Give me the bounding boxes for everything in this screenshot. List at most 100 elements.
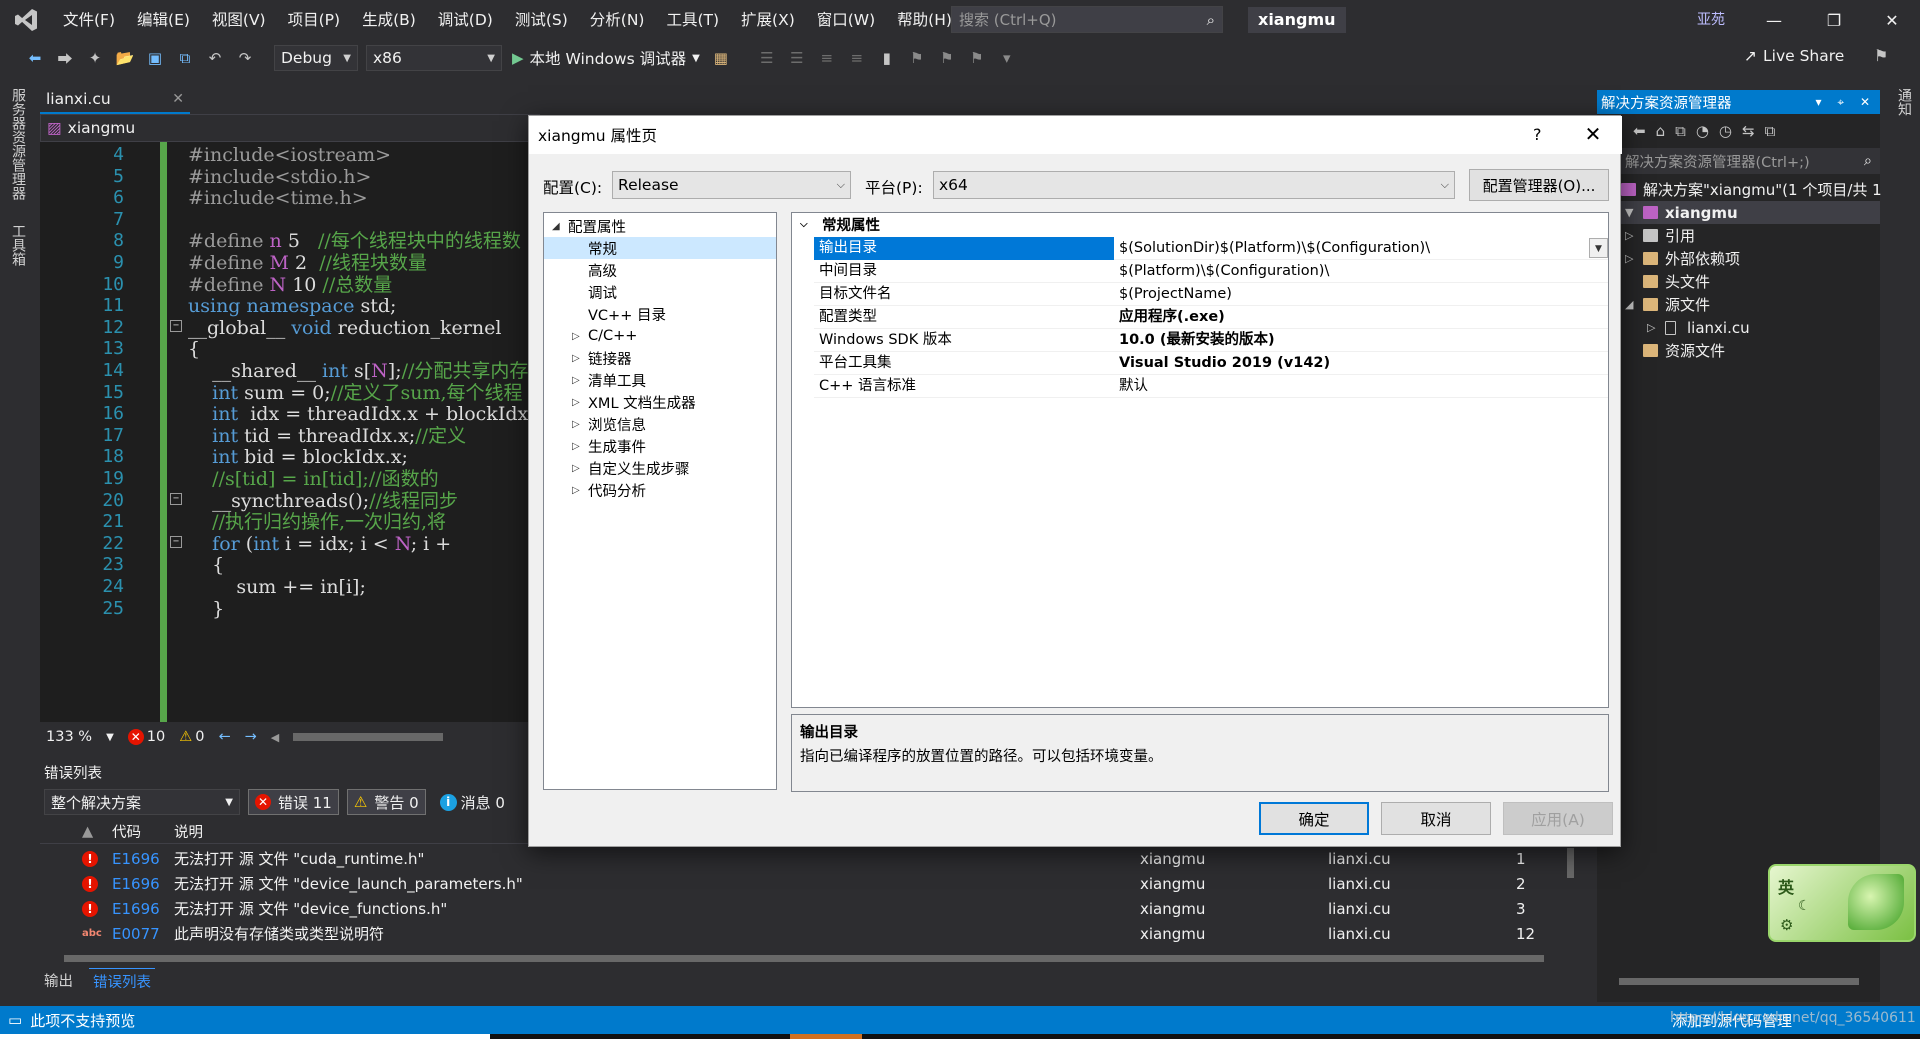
close-icon[interactable]: ✕ (172, 91, 184, 107)
comment-icon[interactable]: ≡ (816, 47, 838, 69)
prev-issue-icon[interactable]: ← (218, 729, 230, 745)
tab-lianxi-cu[interactable]: lianxi.cu ✕ (40, 86, 190, 114)
tree-item[interactable]: ▷ 外部依赖项 (1597, 247, 1880, 270)
next-issue-icon[interactable]: → (245, 729, 257, 745)
save-all-icon[interactable]: ⧉ (174, 47, 196, 69)
close-icon[interactable]: ✕ (1579, 122, 1607, 146)
history-icon[interactable]: ◷ (1719, 122, 1732, 140)
switch-views-icon[interactable]: ⧉ (1675, 122, 1686, 140)
scrollbar-thumb[interactable] (1619, 978, 1859, 985)
forward-icon[interactable]: ⮕ (54, 47, 76, 69)
error-code-link[interactable]: E1696 (112, 900, 160, 918)
column-description[interactable]: 说明 (174, 821, 203, 842)
fold-toggle-icon[interactable]: − (170, 319, 182, 332)
property-value[interactable]: 应用程序(.exe) (1116, 306, 1608, 329)
config-tree-item[interactable]: ▷ 链接器 (544, 347, 776, 369)
fold-toggle-icon[interactable]: − (170, 535, 182, 548)
platform-select[interactable]: x64 ⌵ (933, 171, 1455, 199)
toolbar-options-icon[interactable]: ▾ (996, 47, 1018, 69)
menu-item[interactable]: 工具(T) (655, 0, 730, 40)
back-icon[interactable]: ⬅ (1633, 122, 1646, 140)
tree-item[interactable]: ▼ xiangmu (1597, 201, 1880, 224)
property-value[interactable]: 10.0 (最新安装的版本) (1116, 329, 1608, 352)
messages-filter-button[interactable]: i 消息 0 (434, 789, 511, 815)
expand-icon[interactable]: ▷ (572, 397, 580, 408)
tree-item[interactable]: 头文件 (1597, 270, 1880, 293)
bookmark-icon[interactable]: ▮ (876, 47, 898, 69)
home-icon[interactable]: ⌂ (1656, 122, 1666, 140)
start-debugging-button[interactable]: ▶ 本地 Windows 调试器 ▼ (512, 45, 700, 71)
undo-icon[interactable]: ↶ (204, 47, 226, 69)
config-tree-item[interactable]: ▷ 清单工具 (544, 369, 776, 391)
menu-item[interactable]: 测试(S) (504, 0, 579, 40)
expand-icon[interactable]: ▷ (572, 463, 580, 474)
property-category-header[interactable]: ⌵ 常规属性 (792, 213, 1608, 236)
search-input[interactable]: 搜索 (Ctrl+Q) ⌕ (951, 6, 1223, 33)
property-value[interactable]: $(Platform)\$(Configuration)\ (1116, 260, 1608, 283)
error-code-link[interactable]: E1696 (112, 875, 160, 893)
property-value[interactable]: Visual Studio 2019 (v142) (1116, 352, 1608, 375)
menu-item[interactable]: 分析(N) (579, 0, 656, 40)
project-nav-select[interactable]: ▨ xiangmu (40, 114, 540, 142)
live-share-button[interactable]: ↗ Live Share (1744, 47, 1844, 65)
error-row[interactable]: ! E1696 无法打开 源 文件 "device_launch_parameter… (40, 871, 1560, 896)
errors-filter-button[interactable]: ✕ 错误 11 (248, 789, 339, 815)
scroll-left-icon[interactable]: ◀ (271, 731, 279, 744)
column-code[interactable]: 代码 (112, 821, 141, 842)
feedback-icon[interactable]: ⚑ (1874, 46, 1888, 65)
property-row[interactable]: Windows SDK 版本 10.0 (最新安装的版本) (814, 329, 1608, 352)
toolbox-tab[interactable]: 工具箱 (8, 224, 28, 266)
expand-icon[interactable]: ▷ (572, 485, 580, 496)
property-value[interactable]: $(ProjectName) (1116, 283, 1608, 306)
property-row[interactable]: 输出目录 $(SolutionDir)$(Platform)\$(Configur… (814, 237, 1608, 260)
scope-select[interactable]: 整个解决方案 ▼ (44, 789, 240, 815)
tab-error-list[interactable]: 错误列表 (89, 968, 155, 994)
editor-hscrollbar[interactable] (293, 733, 444, 741)
ime-widget[interactable]: 英 ☾ ⚙ (1768, 864, 1916, 942)
property-row[interactable]: 平台工具集 Visual Studio 2019 (v142) (814, 352, 1608, 375)
error-row[interactable]: ! E1696 无法打开 源 文件 "device_functions.h" xian… (40, 896, 1560, 921)
collapse-all-icon[interactable]: ⧉ (1765, 122, 1776, 140)
error-list-hscrollbar[interactable] (44, 950, 1564, 966)
tree-item[interactable]: ▷ lianxi.cu (1597, 316, 1880, 339)
tree-item[interactable]: 解决方案"xiangmu"(1 个项目/共 1 个) (1597, 178, 1907, 201)
scrollbar-thumb[interactable] (64, 955, 1544, 962)
config-tree-item[interactable]: VC++ 目录 (544, 303, 776, 325)
server-explorer-tab[interactable]: 服务器资源管理器 (8, 88, 28, 200)
chevron-down-icon[interactable]: ▼ (106, 732, 114, 743)
config-tree-item[interactable]: ▷ C/C++ (544, 325, 776, 347)
scrollbar-thumb[interactable] (1567, 848, 1574, 878)
apply-button[interactable]: 应用(A) (1503, 802, 1613, 835)
config-tree-item[interactable]: 高级 (544, 259, 776, 281)
save-icon[interactable]: ▣ (144, 47, 166, 69)
error-code-link[interactable]: E0077 (112, 925, 160, 943)
menu-item[interactable]: 调试(D) (427, 0, 504, 40)
menu-item[interactable]: 文件(F) (52, 0, 126, 40)
expand-icon[interactable]: ▷ (1647, 321, 1655, 334)
expand-icon[interactable]: ▷ (1625, 229, 1633, 242)
step-icon[interactable]: ☰ (756, 47, 778, 69)
config-tree-item[interactable]: ▷ 生成事件 (544, 435, 776, 457)
sort-icon[interactable]: ▲ (82, 824, 93, 840)
collapse-icon[interactable]: ◢ (1625, 298, 1633, 311)
menu-item[interactable]: 窗口(W) (806, 0, 886, 40)
user-avatar[interactable]: 亚苑 (1697, 9, 1725, 29)
config-tree-item[interactable]: ◢ 配置属性 (544, 215, 776, 237)
panel-controls[interactable]: ▾ ⌖ ✕ (1816, 95, 1876, 110)
property-value[interactable]: $(SolutionDir)$(Platform)\$(Configuratio… (1116, 237, 1608, 260)
menu-item[interactable]: 编辑(E) (126, 0, 201, 40)
open-folder-icon[interactable]: 📂 (114, 47, 136, 69)
redo-icon[interactable]: ↷ (234, 47, 256, 69)
config-tree-item[interactable]: 常规 (544, 237, 776, 259)
tree-item[interactable]: 资源文件 (1597, 339, 1880, 362)
warnings-filter-button[interactable]: ⚠ 警告 0 (346, 789, 426, 815)
help-button[interactable]: ? (1533, 125, 1542, 144)
expand-icon[interactable]: ▷ (572, 441, 580, 452)
code-editor[interactable]: 4 #include<iostream> 5 #include<stdio.h> 6 #i… (40, 142, 540, 722)
close-window-button[interactable]: ✕ (1864, 0, 1920, 40)
collapse-icon[interactable]: ◢ (552, 221, 560, 232)
error-code-link[interactable]: E1696 (112, 850, 160, 868)
error-row[interactable]: abc E0077 此声明没有存储类或类型说明符 xiangmu lianxi.cu 12 (40, 921, 1560, 946)
property-row[interactable]: 目标文件名 $(ProjectName) (814, 283, 1608, 306)
chevron-down-icon[interactable]: ▼ (1589, 238, 1608, 258)
